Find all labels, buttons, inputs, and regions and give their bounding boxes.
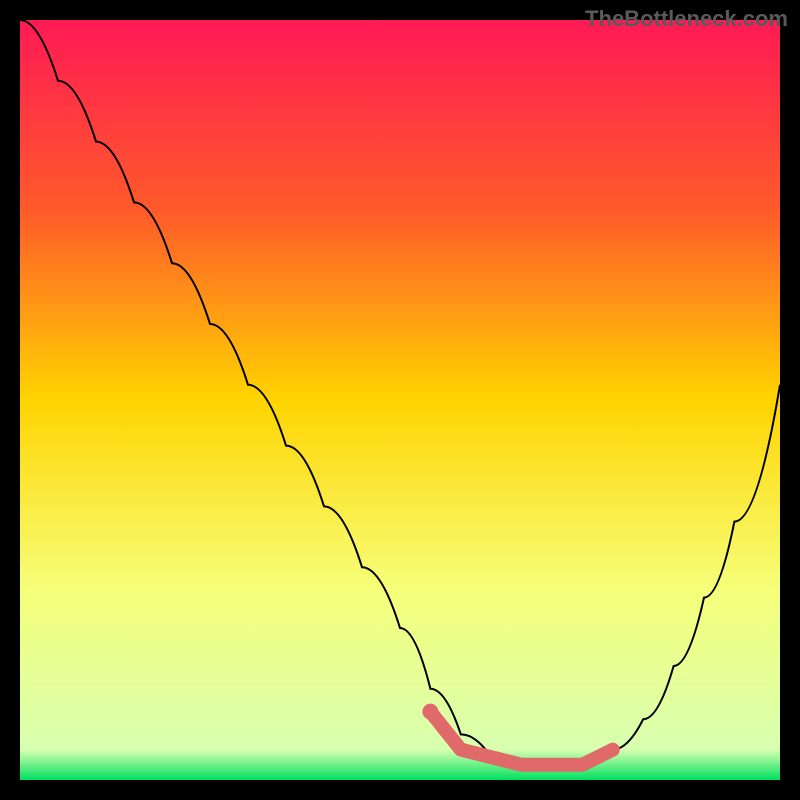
chart-plot-area — [20, 20, 780, 780]
watermark-text: TheBottleneck.com — [585, 6, 788, 32]
gradient-rect — [20, 20, 780, 780]
highlight-dot — [422, 704, 438, 720]
chart-svg — [20, 20, 780, 780]
